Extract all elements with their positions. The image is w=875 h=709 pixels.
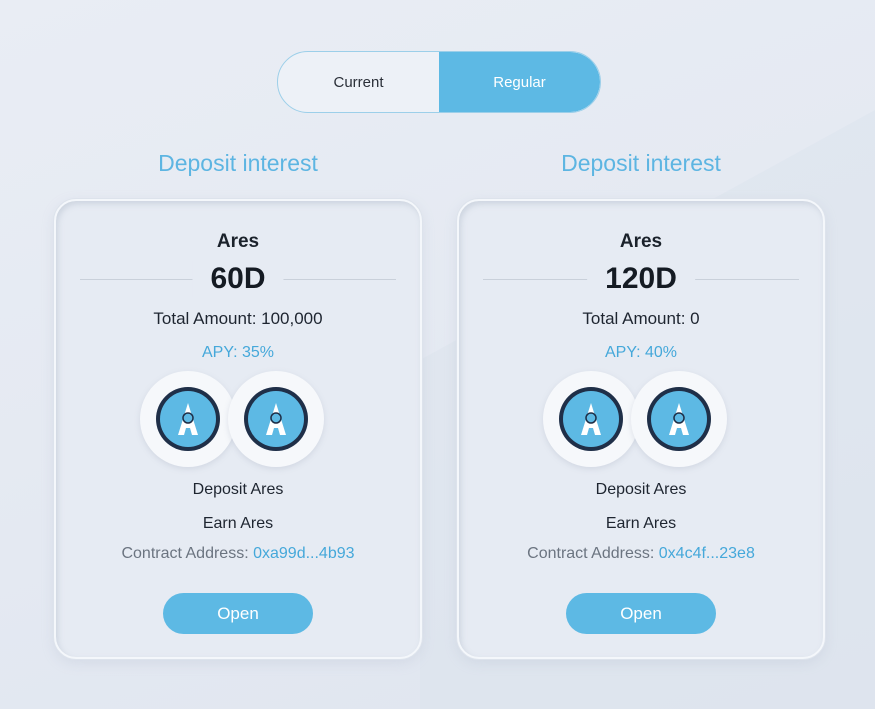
period-row: 120D [483,261,799,297]
token-name: Ares [619,231,663,252]
contract-label: Contract Address: [527,545,655,562]
toggle-current[interactable]: Current [278,52,439,112]
total-amount: Total Amount: 100,000 [153,309,323,328]
ares-token-icon [140,371,236,467]
contract-address: Contract Address: 0xa99d...4b93 [56,545,420,563]
deposit-token: Deposit Ares [192,481,284,498]
deposit-token: Deposit Ares [595,481,687,498]
ares-token-icon [228,371,324,467]
open-button[interactable]: Open [566,593,716,634]
token-name: Ares [216,231,260,252]
ares-token-icon [631,371,727,467]
lock-period: 120D [587,261,695,297]
toggle-regular[interactable]: Regular [439,52,600,112]
token-pair [56,371,420,467]
pool-card: Ares 120D Total Amount: 0 APY: 40% Depos… [457,199,825,659]
contract-address-link[interactable]: 0x4c4f...23e8 [659,545,755,562]
open-button[interactable]: Open [163,593,313,634]
section-title: Deposit interest [158,150,318,176]
pool-card: Ares 60D Total Amount: 100,000 APY: 35% … [54,199,422,659]
contract-label: Contract Address: [121,545,249,562]
lock-period: 60D [192,261,284,297]
earn-token: Earn Ares [202,515,274,532]
token-pair [459,371,823,467]
earn-token: Earn Ares [605,515,677,532]
contract-address: Contract Address: 0x4c4f...23e8 [459,545,823,563]
period-row: 60D [80,261,396,297]
total-amount: Total Amount: 0 [582,309,700,328]
contract-address-link[interactable]: 0xa99d...4b93 [253,545,354,562]
section-title: Deposit interest [561,150,721,176]
pool-type-toggle: Current Regular [277,51,601,113]
ares-token-icon [543,371,639,467]
apy-value: APY: 40% [604,344,678,361]
apy-value: APY: 35% [201,344,275,361]
